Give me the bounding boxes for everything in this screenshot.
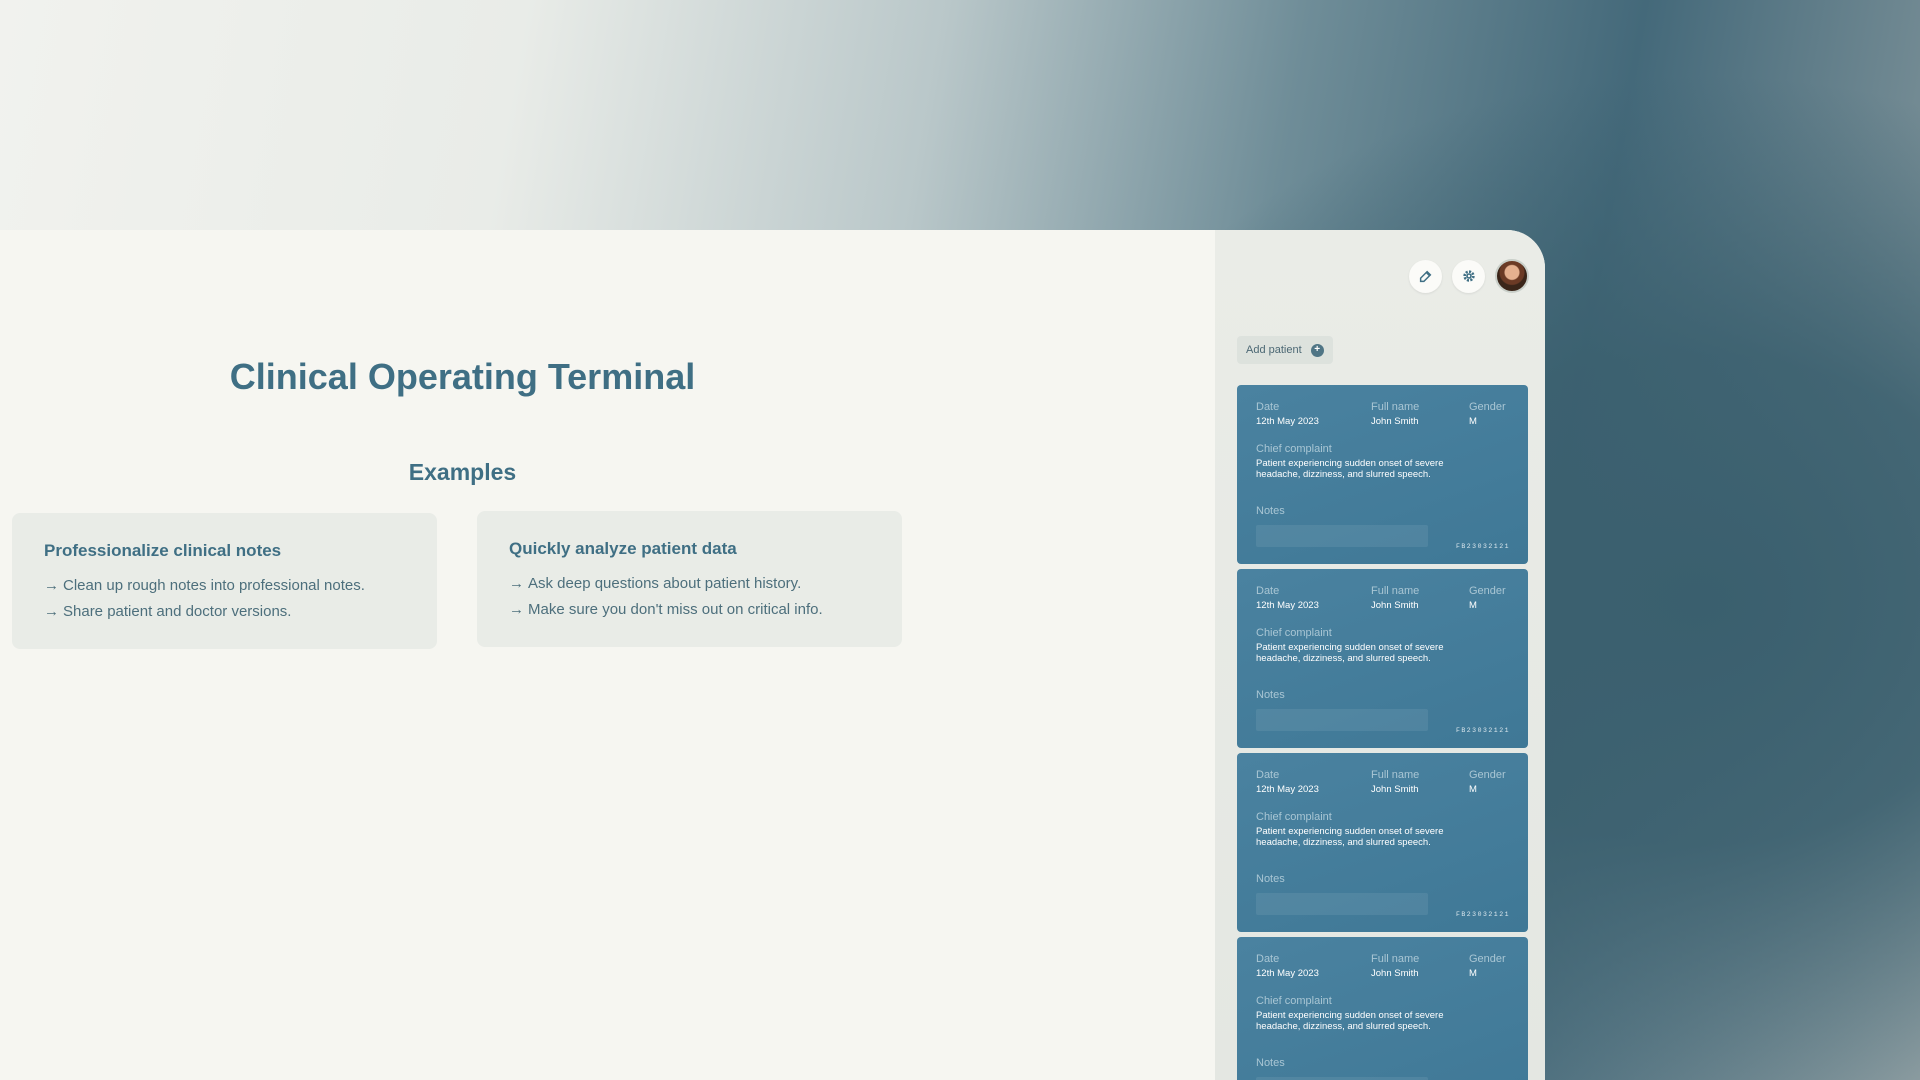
patient-gender: M [1469, 600, 1477, 611]
notes-label: Notes [1256, 689, 1285, 701]
patient-id: FB23032121 [1455, 543, 1510, 550]
app-window: Clinical Operating Terminal Examples Pro… [0, 230, 1545, 1080]
patient-complaint: Patient experiencing sudden onset of sev… [1256, 642, 1444, 664]
notes-field[interactable] [1256, 709, 1428, 731]
page-title: Clinical Operating Terminal [229, 356, 696, 397]
patient-complaint: Patient experiencing sudden onset of sev… [1256, 458, 1444, 480]
patient-id: FB23032121 [1455, 727, 1510, 734]
notes-field[interactable] [1256, 525, 1428, 547]
gender-label: Gender [1469, 769, 1506, 781]
arrow-right-icon: → [509, 601, 524, 618]
patient-name: John Smith [1371, 784, 1419, 795]
date-label: Date [1256, 953, 1280, 965]
gender-label: Gender [1469, 953, 1506, 965]
patient-date: 12th May 2023 [1256, 600, 1319, 611]
sidebar-toolbar [1409, 259, 1529, 293]
arrow-right-icon: → [44, 603, 59, 620]
date-label: Date [1256, 401, 1280, 413]
chief-complaint-label: Chief complaint [1256, 995, 1332, 1007]
date-label: Date [1256, 585, 1280, 597]
patient-gender: M [1469, 416, 1477, 427]
example-card-title: Professionalize clinical notes [44, 541, 282, 560]
full-name-label: Full name [1371, 769, 1420, 781]
settings-button[interactable] [1452, 259, 1485, 293]
patient-name: John Smith [1371, 416, 1419, 427]
patient-card[interactable]: Date 12th May 2023 Full name John Smith Ge… [1237, 569, 1528, 748]
patient-complaint: Patient experiencing sudden onset of sev… [1256, 826, 1444, 848]
patient-id: FB23032121 [1455, 911, 1510, 918]
edit-button[interactable] [1409, 259, 1442, 293]
patient-sidebar: Add patient + Date 12th May 2023 Full nam… [1215, 230, 1545, 1080]
patient-card[interactable]: Date 12th May 2023 Full name John Smith Ge… [1237, 753, 1528, 932]
chief-complaint-label: Chief complaint [1256, 811, 1332, 823]
patient-name: John Smith [1371, 968, 1419, 979]
gear-icon [1462, 270, 1475, 282]
gender-label: Gender [1469, 401, 1506, 413]
gender-label: Gender [1469, 585, 1506, 597]
examples-heading: Examples [408, 459, 517, 485]
example-item: → Ask deep questions about patient histor… [509, 575, 802, 592]
patient-date: 12th May 2023 [1256, 784, 1319, 795]
plus-icon: + [1310, 343, 1324, 357]
main-content: Clinical Operating Terminal Examples Pro… [0, 230, 1215, 1080]
patient-date: 12th May 2023 [1256, 416, 1319, 427]
patient-card[interactable]: Date 12th May 2023 Full name John Smith Ge… [1237, 937, 1528, 1080]
patient-name: John Smith [1371, 600, 1419, 611]
patient-gender: M [1469, 968, 1477, 979]
patient-date: 12th May 2023 [1256, 968, 1319, 979]
avatar[interactable] [1495, 259, 1529, 293]
arrow-right-icon: → [44, 577, 59, 594]
example-item: → Clean up rough notes into professional … [44, 577, 365, 594]
add-patient-label: Add patient [1246, 344, 1302, 356]
notes-label: Notes [1256, 873, 1285, 885]
arrow-right-icon: → [509, 575, 524, 592]
full-name-label: Full name [1371, 953, 1420, 965]
full-name-label: Full name [1371, 585, 1420, 597]
date-label: Date [1256, 769, 1280, 781]
notes-field[interactable] [1256, 893, 1428, 915]
patient-gender: M [1469, 784, 1477, 795]
notes-label: Notes [1256, 1057, 1285, 1069]
example-card-title: Quickly analyze patient data [509, 539, 737, 558]
notes-label: Notes [1256, 505, 1285, 517]
patient-complaint: Patient experiencing sudden onset of sev… [1256, 1010, 1444, 1032]
add-patient-button[interactable]: Add patient + [1237, 336, 1333, 364]
example-card-analyze-data[interactable]: Quickly analyze patient data → Ask deep q… [477, 511, 902, 647]
chief-complaint-label: Chief complaint [1256, 443, 1332, 455]
example-item: → Share patient and doctor versions. [44, 603, 292, 620]
patient-list: Date 12th May 2023 Full name John Smith Ge… [1237, 385, 1528, 1080]
edit-icon [1419, 270, 1432, 282]
chief-complaint-label: Chief complaint [1256, 627, 1332, 639]
example-item: → Make sure you don't miss out on critica… [509, 601, 823, 618]
example-card-professionalize-notes[interactable]: Professionalize clinical notes → Clean up… [12, 513, 437, 649]
patient-card[interactable]: Date 12th May 2023 Full name John Smith Ge… [1237, 385, 1528, 564]
full-name-label: Full name [1371, 401, 1420, 413]
